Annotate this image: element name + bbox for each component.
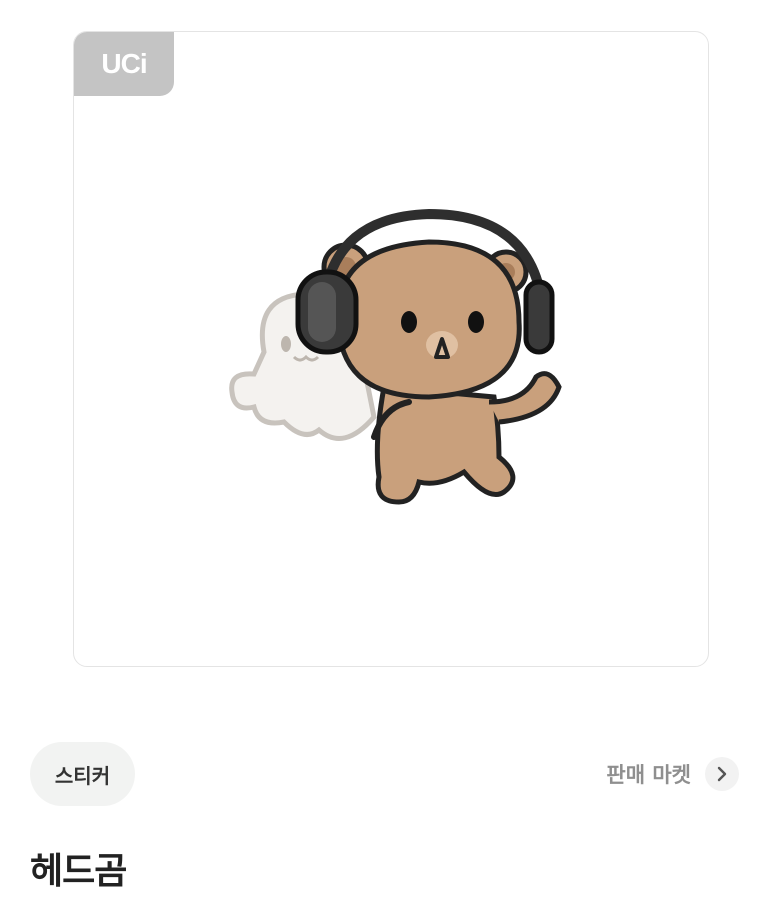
category-chip-label: 스티커 xyxy=(54,763,111,788)
sticker-detail-page: UCi 스티커 판매 마켓 헤드곰 xyxy=(0,0,782,910)
uci-badge: UCi xyxy=(74,32,174,96)
bear-sticker-image xyxy=(229,208,562,505)
chevron-right-icon xyxy=(705,757,739,791)
category-chip[interactable]: 스티커 xyxy=(30,742,135,806)
product-title: 헤드곰 xyxy=(30,851,127,892)
uci-badge-label: UCi xyxy=(101,48,147,79)
sales-market-label: 판매 마켓 xyxy=(606,763,691,787)
sales-market-link[interactable]: 판매 마켓 xyxy=(606,756,739,792)
sticker-preview-card[interactable]: UCi xyxy=(73,31,709,667)
